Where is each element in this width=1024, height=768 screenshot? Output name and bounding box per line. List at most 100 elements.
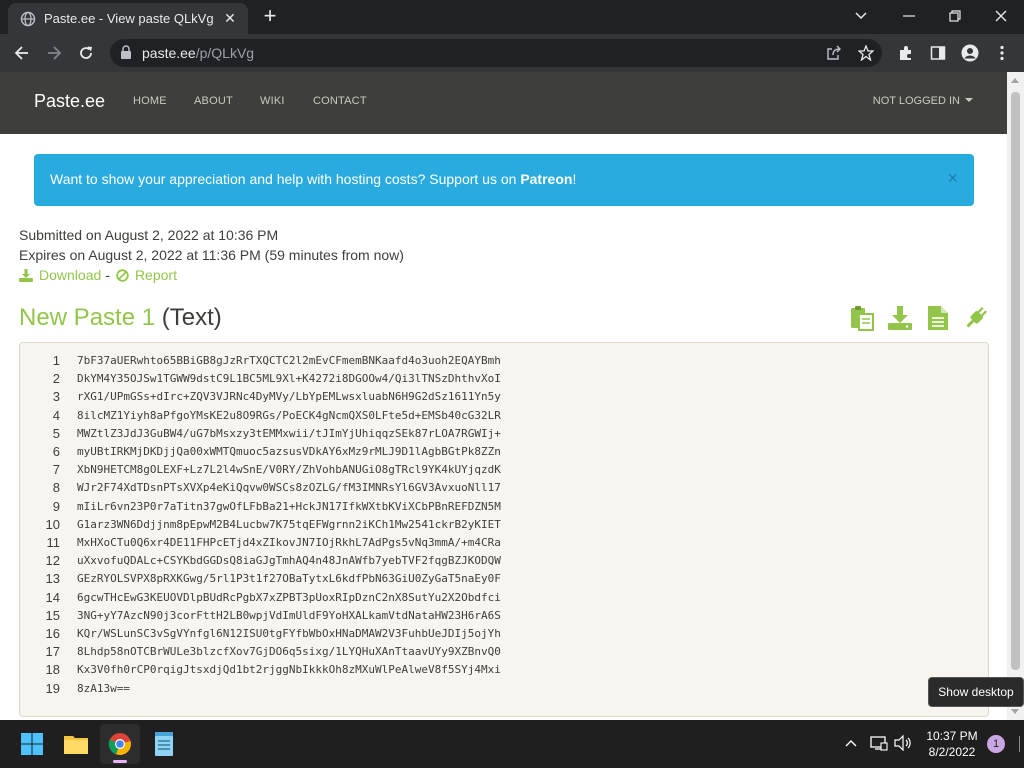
code-text: WJr2F74XdTDsnPTsXVXp4eKiQqvw0WSCs8zOZLG/… <box>77 481 501 495</box>
line-number: 14 <box>45 589 60 605</box>
code-line: 14 6gcwTHcEwG3KEUOVDlpBUdRcPgbX7xZPBT3pUo… <box>20 589 988 607</box>
report-link[interactable]: Report <box>116 267 177 283</box>
scroll-up-arrow-icon[interactable] <box>1011 78 1019 83</box>
code-text: myUBtIRKMjDKDjjQa00xWMTQmuoc5azsusVDkAY6… <box>77 445 501 458</box>
link-separator: - <box>105 267 110 283</box>
line-number: 17 <box>45 644 60 660</box>
code-line: 9 mIiLr6vn23P0r7aTitn37gwOfLFbBa21+HckJN1… <box>20 498 988 516</box>
forward-arrow-icon[interactable] <box>42 41 66 65</box>
code-text: uXxvofuQDALc+CSYKbdGGDsQ8iaGJgTmhAQ4n48J… <box>77 554 501 568</box>
line-number: 6 <box>52 444 60 459</box>
line-number: 5 <box>52 425 60 441</box>
ban-icon <box>116 268 129 282</box>
line-number: 2 <box>52 371 60 387</box>
raw-file-icon[interactable] <box>924 304 952 332</box>
notification-badge[interactable]: 1 <box>987 735 1005 753</box>
side-panel-icon[interactable] <box>926 41 950 65</box>
nav-contact-link[interactable]: CONTACT <box>313 95 367 107</box>
code-line: 4 8ilcMZ1Yiyh8aPfgoYMsKE2u8O9RGs/PoECK4gN… <box>20 407 988 425</box>
line-number: 4 <box>52 407 60 423</box>
share-icon[interactable] <box>822 41 846 65</box>
network-icon[interactable] <box>868 732 890 754</box>
back-arrow-icon[interactable] <box>10 41 34 65</box>
tab-search-icon[interactable] <box>838 0 884 32</box>
nav-about-link[interactable]: ABOUT <box>194 95 233 107</box>
code-line: 12 uXxvofuQDALc+CSYKbdGGDsQ8iaGJgTmhAQ4n4… <box>20 552 988 570</box>
code-line: 17 8Lhdp58nOTCBrWULe3blzcfXov7GjDO6q5sixg… <box>20 643 988 661</box>
code-text: 8zA13w== <box>77 681 130 695</box>
notepad-icon[interactable] <box>144 724 184 764</box>
profile-avatar-icon[interactable] <box>958 41 982 65</box>
embed-plug-icon[interactable] <box>962 304 990 332</box>
volume-icon[interactable] <box>892 732 914 754</box>
caret-down-icon <box>965 98 973 102</box>
chrome-taskbar-icon[interactable] <box>100 724 140 764</box>
line-number: 1 <box>52 353 60 368</box>
file-explorer-icon[interactable] <box>56 724 96 764</box>
code-text: 8ilcMZ1Yiyh8aPfgoYMsKE2u8O9RGs/PoECK4gNc… <box>77 408 501 422</box>
scroll-down-arrow-icon[interactable] <box>1011 709 1019 714</box>
code-text: DkYM4Y35OJSw1TGWW9dstC9L1BC5ML9Xl+K4272i… <box>77 372 501 386</box>
bookmark-star-icon[interactable] <box>854 41 878 65</box>
code-text: KQr/WSLunSC3vSgVYnfgl6N12ISU0tgFYfbWbOxH… <box>77 627 501 640</box>
user-dropdown[interactable]: NOT LOGGED IN <box>873 95 973 107</box>
minimize-icon[interactable] <box>886 0 932 32</box>
code-line: 6 myUBtIRKMjDKDjjQa00xWMTQmuoc5azsusVDkAY… <box>20 443 988 461</box>
browser-tab[interactable]: Paste.ee - View paste QLkVg ✕ <box>8 3 248 34</box>
url-path: /p/QLkVg <box>195 45 255 61</box>
code-line: 3 rXG1/UPmGSs+dIrc+ZQV3VJRNc4DyMVy/LbYpEM… <box>20 388 988 406</box>
line-number: 16 <box>45 626 60 641</box>
code-line: 13 GEzRYOLSVPX8pRXKGwg/5rl1P3t1f27OBaTytx… <box>20 570 988 588</box>
code-text: G1arz3WN6Ddjjnm8pEpwM2B4Lucbw7K75tqEFWgr… <box>77 517 501 531</box>
alert-message: Want to show your appreciation and help … <box>50 171 576 187</box>
tab-title: Paste.ee - View paste QLkVg <box>44 11 214 26</box>
alert-text: Want to show your appreciation and help … <box>50 171 521 187</box>
paste-language: (Text) <box>161 304 222 331</box>
site-navbar: Paste.ee HOME ABOUT WIKI CONTACT NOT LOG… <box>0 72 1007 134</box>
tab-close-icon[interactable]: ✕ <box>222 10 238 26</box>
nav-wiki-link[interactable]: WIKI <box>260 95 285 107</box>
code-text: 8Lhdp58nOTCBrWULe3blzcfXov7GjDO6q5sixg/1… <box>77 645 501 659</box>
line-number: 11 <box>46 535 61 550</box>
new-tab-button[interactable]: + <box>258 5 282 28</box>
show-desktop-button[interactable] <box>1019 736 1020 752</box>
line-number: 10 <box>45 516 60 532</box>
globe-icon <box>20 11 36 27</box>
start-windows-icon[interactable] <box>12 724 52 764</box>
code-text: MxHXoCTu0Q6xr4DE11FHPcETjd4xZIkovJN7IOjR… <box>77 536 501 549</box>
line-number: 8 <box>52 480 60 496</box>
window-close-icon[interactable] <box>978 0 1024 32</box>
extensions-puzzle-icon[interactable] <box>894 41 918 65</box>
line-number: 12 <box>45 553 60 569</box>
page-scrollbar[interactable] <box>1007 72 1024 720</box>
browser-toolbar: paste.ee/p/QLkVg <box>0 34 1024 72</box>
copy-clipboard-icon[interactable] <box>848 304 876 332</box>
nav-home-link[interactable]: HOME <box>133 95 167 107</box>
scrollbar-thumb[interactable] <box>1011 92 1020 670</box>
line-number: 15 <box>45 607 60 623</box>
address-bar[interactable]: paste.ee/p/QLkVg <box>110 39 882 67</box>
download-link[interactable]: Download <box>19 267 101 283</box>
paste-code-box[interactable]: 1 7bF37aUERwhto65BBiGB8gJzRrTXQCTC2l2mEvC… <box>19 342 989 717</box>
code-line: 7 XbN9HETCM8gOLEXF+Lz7L2l4wSnE/V0RY/ZhVoh… <box>20 461 988 479</box>
active-app-indicator <box>113 760 127 763</box>
reload-icon[interactable] <box>74 41 98 65</box>
line-number: 3 <box>52 389 60 405</box>
code-text: 7bF37aUERwhto65BBiGB8gJzRrTXQCTC2l2mEvCF… <box>77 354 501 367</box>
site-brand-link[interactable]: Paste.ee <box>34 91 105 112</box>
alert-close-icon[interactable]: × <box>947 169 958 187</box>
patreon-link[interactable]: Patreon <box>520 171 572 187</box>
download-label: Download <box>39 267 102 283</box>
download-paste-icon[interactable] <box>886 304 914 332</box>
browser-menu-icon[interactable] <box>990 41 1014 65</box>
code-line: 8 WJr2F74XdTDsnPTsXVXp4eKiQqvw0WSCs8zOZLG… <box>20 479 988 497</box>
clock-date: 8/2/2022 <box>928 745 976 759</box>
patreon-alert: Want to show your appreciation and help … <box>34 154 974 206</box>
browser-tab-strip: Paste.ee - View paste QLkVg ✕ + <box>0 0 1024 34</box>
code-line: 15 3NG+yY7AzcN90j3corFttH2LB0wpjVdImUldF9… <box>20 607 988 625</box>
line-number: 7 <box>52 462 60 478</box>
tray-overflow-chevron-icon[interactable] <box>840 732 862 754</box>
code-text: Kx3V0fh0rCP0rqigJtsxdjQd1bt2rjggNbIkkkOh… <box>77 663 501 677</box>
taskbar-clock[interactable]: 10:37 PM 8/2/2022 <box>918 728 986 760</box>
restore-icon[interactable] <box>932 0 978 32</box>
